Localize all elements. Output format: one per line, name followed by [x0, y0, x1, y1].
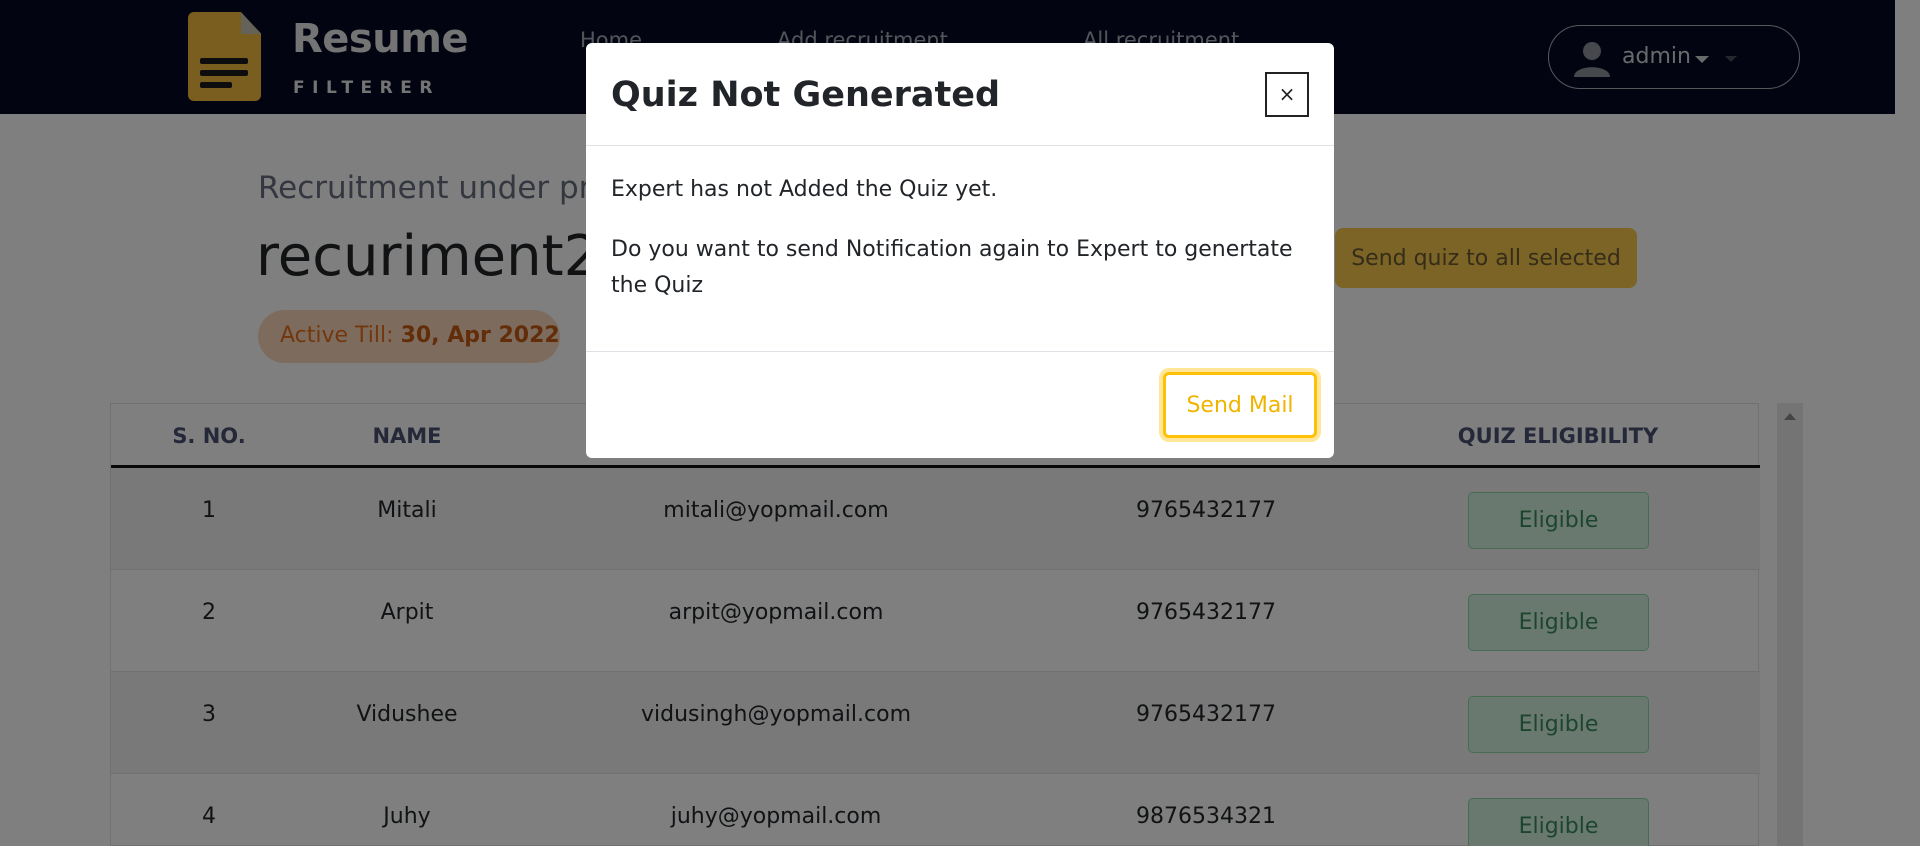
modal-header: Quiz Not Generated × [586, 43, 1334, 146]
modal-title: Quiz Not Generated [611, 75, 1000, 115]
modal-footer-divider [586, 351, 1334, 352]
send-mail-button[interactable]: Send Mail [1163, 372, 1317, 438]
modal-message: Expert has not Added the Quiz yet. [611, 177, 998, 202]
modal-question: Do you want to send Notification again t… [611, 237, 1293, 298]
quiz-not-generated-dialog: Quiz Not Generated × Expert has not Adde… [586, 43, 1334, 458]
close-button[interactable]: × [1265, 72, 1309, 117]
